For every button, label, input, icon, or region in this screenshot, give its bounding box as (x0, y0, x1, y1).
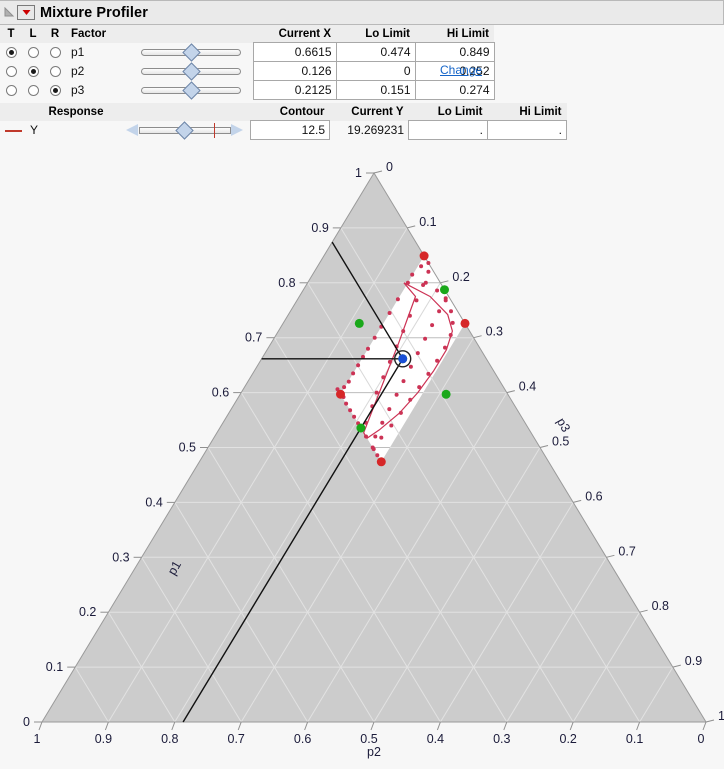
current-x-p1[interactable]: 0.6615 (252, 42, 337, 62)
svg-text:0.7: 0.7 (245, 331, 262, 345)
svg-text:0.9: 0.9 (95, 732, 112, 746)
header-response-slider-spacer (122, 103, 251, 121)
header-r: R (44, 25, 66, 43)
current-y-value: 19.269231 (347, 122, 404, 137)
table-row: Y 12.5 19.269231 . . (0, 120, 567, 140)
radio-r-p2[interactable] (44, 62, 66, 81)
svg-text:0.4: 0.4 (427, 732, 444, 746)
factor-label-p2: p2 (71, 64, 85, 78)
svg-text:0.3: 0.3 (486, 325, 503, 339)
response-color-key (0, 121, 30, 140)
svg-text:0.2: 0.2 (79, 605, 96, 619)
current-point-marker[interactable] (398, 354, 408, 364)
radio-t-p1[interactable] (0, 43, 22, 62)
factor-slider-p3[interactable] (137, 80, 253, 100)
header-slider-spacer (137, 25, 253, 43)
header-lo-limit: Lo Limit (336, 25, 415, 43)
table-row: p3 0.2125 0.151 0.274 (0, 80, 495, 100)
response-hi-limit[interactable]: . (487, 120, 567, 140)
axis-label-p2: p2 (367, 745, 381, 759)
header-response-lo-limit: Lo Limit (408, 103, 488, 121)
svg-text:0.8: 0.8 (652, 599, 669, 613)
header-current-y: Current Y (329, 103, 409, 121)
svg-text:0.6: 0.6 (585, 489, 602, 503)
lo-limit-p3[interactable]: 0.151 (335, 80, 416, 100)
svg-text:0.5: 0.5 (360, 732, 377, 746)
svg-text:0.3: 0.3 (493, 732, 510, 746)
svg-text:0.2: 0.2 (452, 270, 469, 284)
svg-text:0.4: 0.4 (145, 495, 162, 509)
svg-text:0.8: 0.8 (161, 732, 178, 746)
svg-text:0: 0 (386, 160, 393, 174)
svg-text:0.1: 0.1 (626, 732, 643, 746)
table-row: p2 0.126 0 0.252 (0, 61, 495, 81)
hi-limit-p3[interactable]: 0.274 (414, 80, 495, 100)
contour-value[interactable]: 12.5 (250, 120, 330, 140)
current-x-p2[interactable]: 0.126 (252, 61, 337, 81)
response-table: Response Contour Current Y Lo Limit Hi L… (0, 103, 567, 140)
header-hi-limit: Hi Limit (415, 25, 494, 43)
svg-text:1: 1 (355, 166, 362, 180)
svg-text:0.6: 0.6 (212, 386, 229, 400)
ternary-plot-svg[interactable]: 0 0 0 0.1 0.1 0.1 0.2 0.2 0.2 0.3 0.3 0.3 0.4 0.4 0.4 0… (0, 146, 724, 769)
factor-slider-p1[interactable] (137, 42, 253, 62)
table-row: p1 0.6615 0.474 0.849 (0, 42, 495, 62)
header-current-x: Current X (253, 25, 336, 43)
header-contour: Contour (250, 103, 330, 121)
window-title-bar: Mixture Profiler (0, 0, 724, 25)
factor-slider-p2[interactable] (137, 61, 253, 81)
factor-table: T L R Factor Current X Lo Limit Hi Limit… (0, 25, 495, 100)
axis-label-p3: p3 (554, 415, 573, 434)
header-response-hi-limit: Hi Limit (487, 103, 567, 121)
header-response-spacer (0, 103, 30, 121)
svg-text:0.8: 0.8 (278, 276, 295, 290)
svg-text:0.1: 0.1 (419, 215, 436, 229)
radio-r-p3[interactable] (44, 81, 66, 100)
window-title: Mixture Profiler (40, 4, 148, 21)
header-t: T (0, 25, 22, 43)
svg-text:0.3: 0.3 (112, 550, 129, 564)
svg-text:0.4: 0.4 (519, 380, 536, 394)
profiler-control-panel: T L R Factor Current X Lo Limit Hi Limit… (0, 25, 724, 140)
factor-table-header-row: T L R Factor Current X Lo Limit Hi Limit (0, 25, 494, 43)
svg-text:0.2: 0.2 (560, 732, 577, 746)
response-lo-limit[interactable]: . (408, 120, 488, 140)
factor-label-p3: p3 (71, 83, 85, 97)
svg-text:0: 0 (23, 715, 30, 729)
svg-text:0.9: 0.9 (685, 654, 702, 668)
disclosure-triangle-icon[interactable] (2, 0, 16, 25)
svg-text:1: 1 (34, 732, 41, 746)
hi-limit-p1[interactable]: 0.849 (414, 42, 495, 62)
current-x-p3[interactable]: 0.2125 (252, 80, 337, 100)
svg-text:0.5: 0.5 (179, 441, 196, 455)
header-l: L (22, 25, 44, 43)
radio-t-p2[interactable] (0, 62, 22, 81)
svg-text:0.9: 0.9 (311, 221, 328, 235)
radio-t-p3[interactable] (0, 81, 22, 100)
svg-text:1: 1 (718, 709, 724, 723)
radio-l-p1[interactable] (22, 43, 44, 62)
svg-text:0.1: 0.1 (46, 660, 63, 674)
radio-l-p3[interactable] (22, 81, 44, 100)
radio-r-p1[interactable] (44, 43, 66, 62)
svg-text:0: 0 (698, 732, 705, 746)
header-factor: Factor (66, 25, 137, 43)
lo-limit-p2[interactable]: 0 (335, 61, 416, 81)
radio-l-p2[interactable] (22, 62, 44, 81)
lo-limit-p1[interactable]: 0.474 (335, 42, 416, 62)
change-link[interactable]: Change (440, 63, 482, 77)
svg-text:0.6: 0.6 (294, 732, 311, 746)
header-response: Response (30, 103, 122, 121)
response-label-y: Y (30, 123, 39, 137)
red-down-arrow-icon[interactable] (17, 5, 35, 20)
svg-text:0.5: 0.5 (552, 435, 569, 449)
response-slider[interactable] (122, 120, 251, 140)
factor-label-p1: p1 (71, 45, 85, 59)
svg-text:0.7: 0.7 (618, 544, 635, 558)
svg-text:0.7: 0.7 (228, 732, 245, 746)
mixture-ternary-plot[interactable]: 0 0 0 0.1 0.1 0.1 0.2 0.2 0.2 0.3 0.3 0.3 0.4 0.4 0.4 0… (0, 146, 724, 769)
response-table-header-row: Response Contour Current Y Lo Limit Hi L… (0, 103, 567, 121)
